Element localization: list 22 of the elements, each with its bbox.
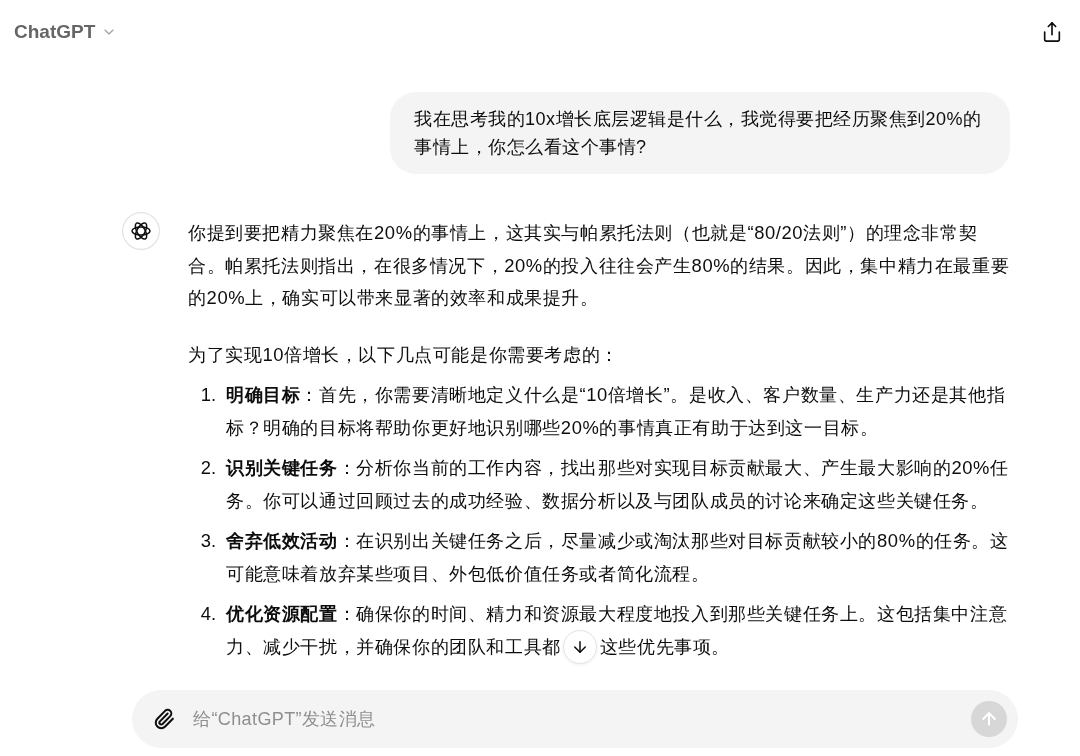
list-item-text: 明确目标：首先，你需要清晰地定义什么是“10倍增长”。是收入、客户数量、生产力还是其他指标？明确的目标将帮助你更好地识别哪些20%的事情真正有助于达到这一目标。 (226, 383, 1007, 440)
attach-button[interactable] (153, 708, 175, 730)
list-item-text: 这些优先事项。 (599, 634, 730, 659)
message-paragraph: 你提到要把精力聚焦在20%的事情上，这其实与帕累托法则（也就是“80/20法则”）的理念非常契合。帕累托法则指出，在很多情况下，20%的投入往往会产生80%的结果。因此，集中精力在最重要的20%上，确实可以带来显著的效率和成果提升。 (188, 221, 1010, 310)
list-item-text: 舍弃低效活动：在识别出关键任务之后，尽量减少或淘汰那些对目标贡献较小的80%的任务。这可能意味着放弃某些项目、外包低价值任务或者简化流程。 (226, 529, 1010, 586)
share-button[interactable] (1041, 21, 1063, 43)
list-number: 1. (199, 383, 216, 407)
user-message: 我在思考我的10x增长底层逻辑是什么，我觉得要把经历聚焦到20%的事情上，你怎么看这个事情? (390, 92, 1010, 174)
message-input[interactable]: 给“ChatGPT”发送消息 (193, 705, 953, 733)
scroll-down-button[interactable] (562, 629, 597, 664)
list-item-text: 力、减少干扰，并确保你的团队和工具都 (226, 634, 561, 659)
list-number: 3. (199, 529, 216, 553)
model-selector-button[interactable]: ChatGPT (14, 21, 118, 43)
share-icon (1041, 21, 1063, 43)
message-paragraph: 为了实现10倍增长，以下几点可能是你需要考虑的： (188, 342, 620, 367)
list-item-text: 识别关键任务：分析你当前的工作内容，找出那些对实现目标贡献最大、产生最大影响的20%任务。你可以通过回顾过去的成功经验、数据分析以及与团队成员的讨论来确定这些关键任务。 (226, 456, 1010, 513)
list-number: 2. (199, 456, 216, 480)
message-composer[interactable]: 给“ChatGPT”发送消息 (132, 690, 1018, 748)
avatar-icon (122, 212, 160, 250)
list-item-text: 优化资源配置：确保你的时间、精力和资源最大程度地投入到那些关键任务上。这包括集中注意 (226, 602, 1008, 626)
paperclip-icon (153, 708, 175, 730)
list-number: 4. (199, 602, 216, 626)
